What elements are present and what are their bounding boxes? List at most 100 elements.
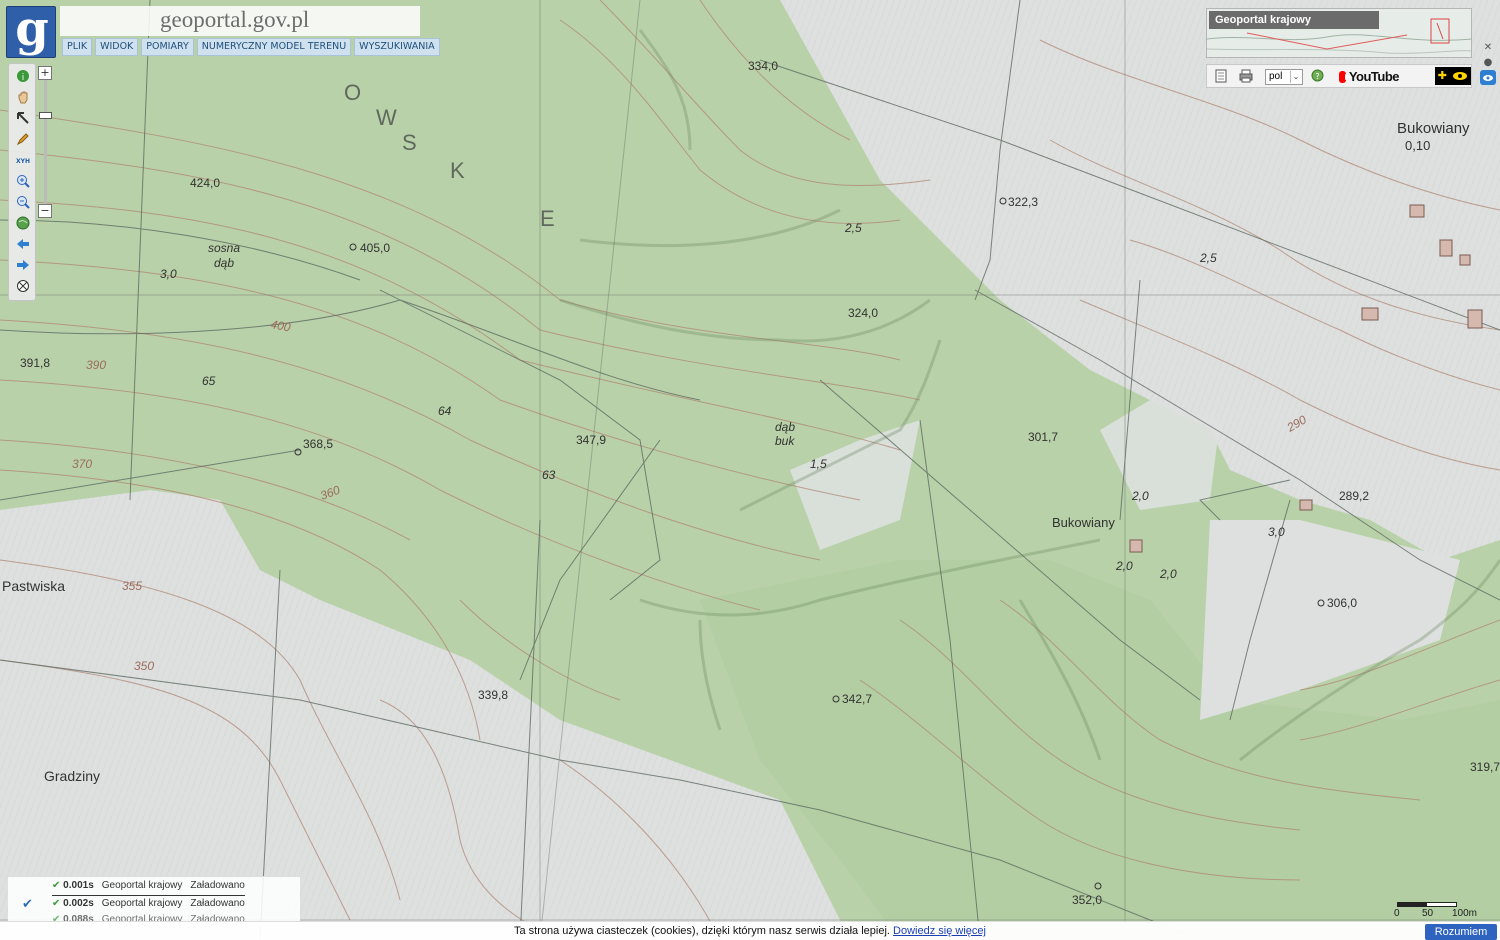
language-select[interactable]: pol ⌄ (1265, 69, 1303, 85)
forest-name-letter: S (402, 130, 417, 155)
value-2-5: 2,5 (844, 221, 862, 235)
cookie-accept-button[interactable]: Rozumiem (1425, 924, 1497, 940)
contour-label: 350 (134, 659, 154, 673)
zoom-out-icon[interactable] (14, 193, 32, 211)
zoom-handle[interactable] (39, 112, 52, 119)
zoom-track[interactable] (44, 80, 47, 204)
globe-icon[interactable] (14, 214, 32, 232)
tree-label-buk: buk (775, 434, 795, 448)
pan-hand-icon[interactable] (14, 88, 32, 106)
zoom-slider[interactable]: + − (38, 64, 54, 220)
spot-height: 347,9 (576, 433, 606, 447)
menu-item-nmt[interactable]: NUMERYCZNY MODEL TERENU (196, 38, 352, 56)
spot-height: 322,3 (1008, 195, 1038, 209)
menu-item-widok[interactable]: WIDOK (95, 38, 139, 56)
close-icon[interactable]: ✕ (1480, 40, 1496, 55)
contour-label: 355 (122, 579, 142, 593)
scale-bar: 0 50 100m (1392, 900, 1488, 920)
youtube-icon (1339, 71, 1351, 83)
village-sub-label: 0,10 (1405, 138, 1430, 153)
spot-height: 391,8 (20, 356, 50, 370)
forest-section-65: 65 (202, 374, 216, 388)
layer-source: Geoportal krajowy (101, 880, 183, 891)
spot-height: 342,7 (842, 692, 872, 706)
spot-height: 368,5 (303, 437, 333, 451)
full-extent-icon[interactable] (14, 277, 32, 295)
forest-section-64: 64 (438, 404, 452, 418)
value-3-0: 3,0 (160, 267, 177, 281)
check-icon[interactable]: ✔ (22, 897, 33, 912)
select-arrow-icon[interactable] (14, 109, 32, 127)
layer-source: Geoportal krajowy (101, 898, 183, 909)
layer-time: 0.002s (63, 898, 94, 909)
overview-label: Geoportal krajowy (1209, 11, 1379, 29)
value-2-0: 2,0 (1131, 489, 1149, 503)
topographic-map[interactable]: Bukowiany 0,10 Bukowiany Pastwiska Gradz… (0, 0, 1500, 940)
tree-label-dab2: dąb (775, 420, 795, 434)
site-title: geoportal.gov.pl (160, 7, 310, 32)
scale-label-mid: 50 (1422, 908, 1434, 919)
tree-label-sosna: sosna (208, 241, 240, 255)
menu-item-plik[interactable]: PLIK (62, 38, 93, 56)
zoom-in-button[interactable]: + (38, 66, 52, 80)
youtube-label: YouTube (1348, 69, 1400, 84)
spot-height: 289,2 (1339, 489, 1369, 503)
cookie-more-link[interactable]: Dowiedz się więcej (893, 925, 986, 937)
visibility-eye-icon[interactable] (1480, 70, 1496, 85)
layer-time: 0.001s (63, 880, 94, 891)
menu-item-pomiary[interactable]: POMIARY (141, 38, 194, 56)
layer-row: ✔ 0.001s Geoportal krajowy Załadowano (52, 880, 245, 891)
cookie-text: Ta strona używa ciasteczek (cookies), dz… (514, 925, 890, 937)
svg-text:?: ? (1315, 72, 1319, 81)
geoportal-logo[interactable]: g (6, 1, 56, 58)
value-2-5b: 2,5 (1199, 251, 1217, 265)
forward-arrow-icon[interactable] (14, 256, 32, 274)
pencil-icon[interactable] (14, 130, 32, 148)
back-arrow-icon[interactable] (14, 235, 32, 253)
right-toolbar: pol ⌄ ? YouTube ✚ (1206, 64, 1472, 88)
layer-status: Załadowano (190, 898, 245, 909)
print-icon[interactable] (1239, 69, 1255, 85)
overview-map[interactable]: Geoportal krajowy (1206, 8, 1472, 58)
place-label-pastwiska: Pastwiska (2, 578, 65, 594)
forest-section-63: 63 (542, 468, 556, 482)
map-toolbar: i XYH (8, 63, 36, 301)
zoom-in-icon[interactable] (14, 172, 32, 190)
minimize-icon[interactable]: ● (1480, 55, 1496, 70)
spot-height: 424,0 (190, 176, 220, 190)
layer-status: Załadowano (190, 880, 245, 891)
forest-name-letter: O (344, 80, 361, 105)
contrast-icon: ✚ (1437, 69, 1447, 82)
spot-height: 324,0 (848, 306, 878, 320)
value-2-0c: 2,0 (1159, 567, 1177, 581)
layer-load-panel: ✔ ✔ 0.001s Geoportal krajowy Załadowano ✔ … (8, 876, 300, 926)
spot-height: 319,7 (1470, 760, 1500, 774)
zoom-out-button[interactable]: − (38, 204, 52, 218)
youtube-link[interactable]: YouTube (1339, 69, 1400, 85)
spot-height: 352,0 (1072, 893, 1102, 907)
info-icon[interactable]: i (14, 67, 32, 85)
spot-height: 405,0 (360, 241, 390, 255)
xyh-icon[interactable]: XYH (14, 151, 32, 169)
place-label-bukowiany-mid: Bukowiany (1052, 515, 1115, 530)
contour-label: 370 (72, 457, 92, 471)
accessibility-toggle[interactable]: ✚ (1435, 67, 1471, 85)
forest-name-letter: E (540, 206, 555, 231)
eye-icon (1453, 72, 1468, 80)
value-3-0b: 3,0 (1268, 525, 1285, 539)
help-icon[interactable]: ? (1311, 69, 1325, 85)
layer-row: ✔ 0.002s Geoportal krajowy Załadowano (52, 895, 245, 911)
scale-label-end: 100m (1452, 908, 1478, 919)
cookie-bar: Ta strona używa ciasteczek (cookies), dz… (0, 921, 1500, 940)
document-icon[interactable] (1215, 69, 1229, 85)
spot-height: 339,8 (478, 688, 508, 702)
value-1-5: 1,5 (810, 457, 827, 471)
cookie-message: Ta strona używa ciasteczek (cookies), dz… (0, 925, 1500, 937)
contour-label: 390 (86, 358, 106, 372)
svg-text:XYH: XYH (16, 158, 30, 165)
menu-item-wyszukiwania[interactable]: WYSZUKIWANIA (354, 38, 440, 56)
spot-height: 301,7 (1028, 430, 1058, 444)
tree-label-dab: dąb (214, 256, 234, 270)
spot-height: 334,0 (748, 59, 778, 73)
scale-label-zero: 0 (1394, 908, 1400, 919)
